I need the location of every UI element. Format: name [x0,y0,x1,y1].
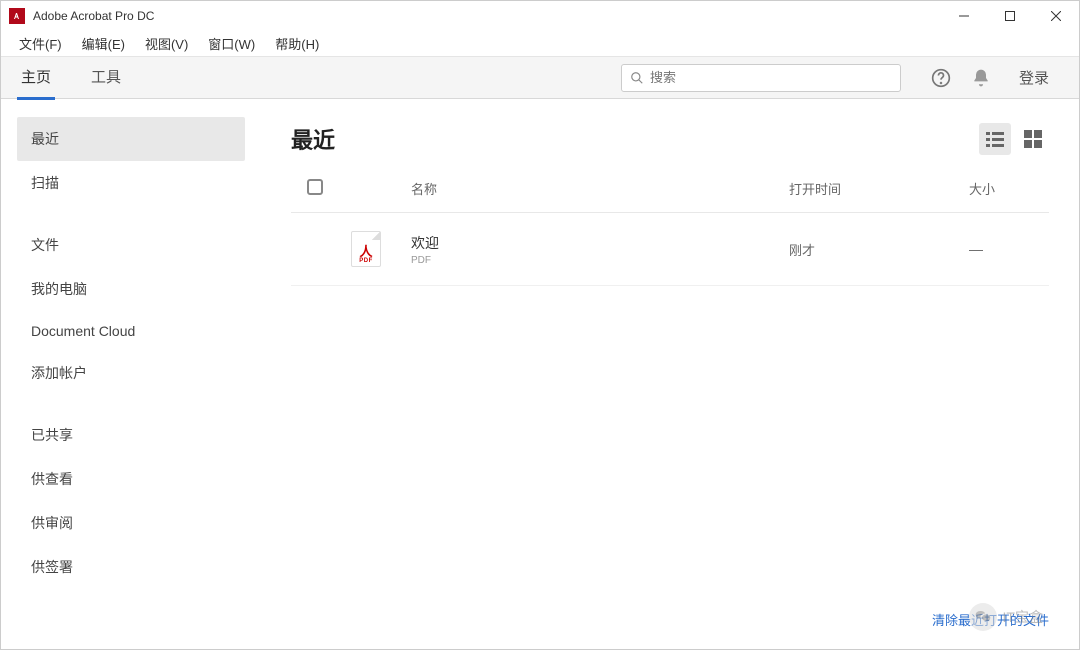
search-icon [630,71,644,85]
sidebar-item-files[interactable]: 文件 [17,223,245,267]
file-type: PDF [411,255,789,266]
sidebar: 最近 扫描 文件 我的电脑 Document Cloud 添加帐户 已共享 供查… [1,99,261,649]
column-opened[interactable]: 打开时间 [789,179,969,198]
select-all-checkbox[interactable] [291,179,351,198]
menu-help[interactable]: 帮助(H) [267,32,327,55]
search-box[interactable] [621,64,901,92]
menu-file[interactable]: 文件(F) [11,32,70,55]
sidebar-item-forsign[interactable]: 供签署 [17,545,245,589]
list-view-button[interactable] [979,123,1011,155]
toolbar: 主页 工具 登录 [1,57,1079,99]
menu-bar: 文件(F) 编辑(E) 视图(V) 窗口(W) 帮助(H) [1,31,1079,57]
sidebar-item-scan[interactable]: 扫描 [17,161,245,205]
minimize-button[interactable] [941,1,987,31]
content-area: 最近 扫描 文件 我的电脑 Document Cloud 添加帐户 已共享 供查… [1,99,1079,649]
search-input[interactable] [650,70,892,85]
menu-window[interactable]: 窗口(W) [200,32,263,55]
table-row[interactable]: 人 PDF 欢迎 PDF 刚才 — [291,213,1049,286]
grid-view-button[interactable] [1017,123,1049,155]
grid-icon [1024,130,1042,148]
menu-edit[interactable]: 编辑(E) [74,32,133,55]
app-icon [9,8,25,24]
window-title: Adobe Acrobat Pro DC [33,9,941,23]
watermark-text: IT宝盒 [1003,607,1043,627]
pdf-file-icon: 人 PDF [351,231,381,267]
close-button[interactable] [1033,1,1079,31]
sidebar-item-mycomputer[interactable]: 我的电脑 [17,267,245,311]
list-icon [986,130,1004,148]
tab-home[interactable]: 主页 [17,56,55,100]
menu-view[interactable]: 视图(V) [137,32,196,55]
sidebar-item-shared[interactable]: 已共享 [17,413,245,457]
sidebar-item-documentcloud[interactable]: Document Cloud [17,311,245,351]
wechat-icon [969,603,997,631]
column-size[interactable]: 大小 [969,179,1049,198]
main-panel: 最近 名称 打开时间 大小 [261,99,1079,649]
login-button[interactable]: 登录 [1005,61,1063,94]
column-name[interactable]: 名称 [411,179,789,198]
title-bar: Adobe Acrobat Pro DC [1,1,1079,31]
file-name: 欢迎 [411,233,789,253]
page-title: 最近 [291,123,979,155]
sidebar-item-recent[interactable]: 最近 [17,117,245,161]
tab-tools[interactable]: 工具 [87,56,125,100]
sidebar-item-addaccount[interactable]: 添加帐户 [17,351,245,395]
file-time: 刚才 [789,240,969,259]
file-size: — [969,241,1049,257]
watermark: IT宝盒 [969,603,1043,631]
help-button[interactable] [925,62,957,94]
sidebar-item-forview[interactable]: 供查看 [17,457,245,501]
notifications-button[interactable] [965,62,997,94]
sidebar-item-forreview[interactable]: 供审阅 [17,501,245,545]
maximize-button[interactable] [987,1,1033,31]
window-controls [941,1,1079,31]
view-toggle [979,123,1049,155]
table-header: 名称 打开时间 大小 [291,171,1049,213]
